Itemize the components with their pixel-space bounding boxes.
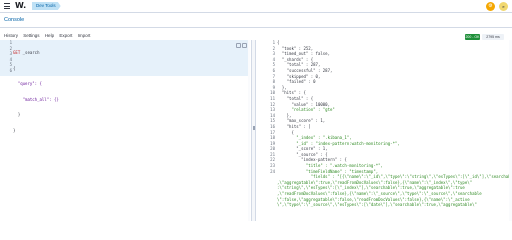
settings-link[interactable]: Settings [23,33,39,38]
page-title: Console [4,17,25,23]
request-code[interactable]: GET _search { "query": { "match_all": {}… [13,40,59,144]
run-request-icon[interactable] [236,43,241,48]
response-viewer[interactable]: 1 2 3 4 5 6 7 8 9 10 11 12 13 14 15 16 17 18 19 20 21 22 23 24 … [257,40,512,221]
code-line: GET _search [13,50,59,56]
code-line: { [13,65,16,71]
help-icon[interactable]: ⚙ [486,2,495,11]
export-link[interactable]: Export [59,33,72,38]
request-editor[interactable]: 1 2 3 4 5 6 GET _search { "query": { "ma… [0,40,250,221]
code-line: } [13,127,16,133]
request-gutter: 1 2 3 4 5 6 [0,40,12,74]
top-header: W. Dev Tools ⚙ e [0,0,512,13]
app-logo[interactable]: W. [15,1,26,10]
console-menu: History Settings Help Export Import [4,33,94,38]
avatar[interactable]: e [499,2,508,11]
divider [0,27,512,28]
request-scrollbar[interactable] [248,40,250,221]
pane-resizer[interactable] [251,40,256,221]
response-code: { "took" : 252, "timed_out" : false, "_s… [277,40,512,208]
help-link[interactable]: Help [45,33,54,38]
breadcrumb[interactable]: Dev Tools [32,2,61,10]
import-link[interactable]: Import [78,33,91,38]
drag-handle-icon[interactable] [253,126,255,130]
code-line: ,\"readFromDocValues\":false},{\"name\":… [277,191,482,197]
line-number: 24 [270,168,275,174]
code-line: "match_all": {} [13,96,59,102]
code-line: } [13,112,21,118]
response-gutter: 1 2 3 4 5 6 7 8 9 10 11 12 13 14 15 16 17 18 19 20 21 22 23 24 [257,40,275,174]
request-path: _search [20,50,40,55]
menu-icon[interactable] [4,3,10,9]
wrench-icon[interactable] [242,43,247,48]
code-line: \",\"type\":\"_source\",\"esTypes\":[\"d… [277,202,477,208]
history-link[interactable]: History [4,33,18,38]
line-number: 6 [9,67,12,73]
code-line: "query": { [13,81,42,87]
